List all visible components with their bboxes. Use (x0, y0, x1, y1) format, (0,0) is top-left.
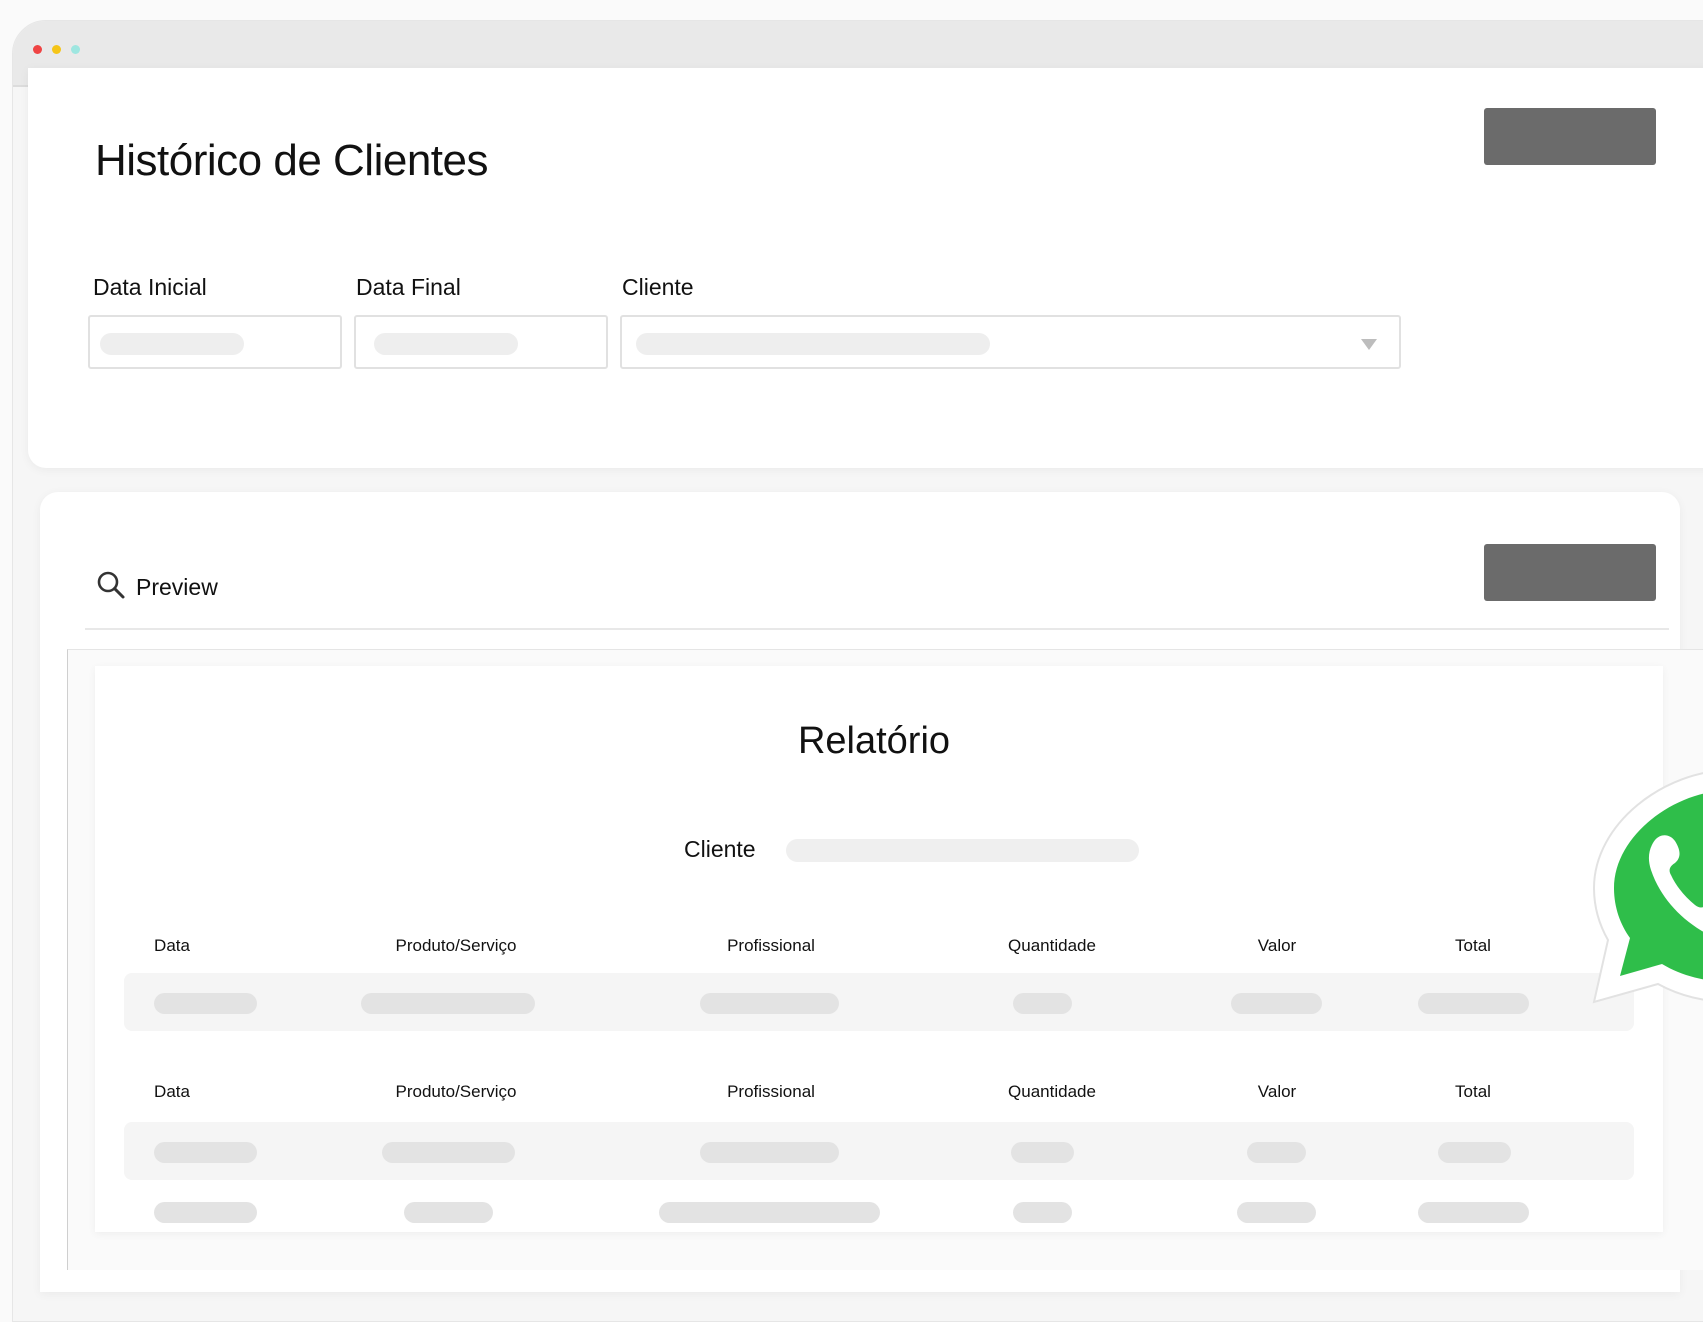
end-date-input[interactable] (354, 315, 608, 369)
start-date-placeholder (100, 333, 244, 355)
table-cell-placeholder (1237, 1202, 1316, 1223)
table-cell-placeholder (1231, 993, 1322, 1014)
table-cell-placeholder (1013, 993, 1072, 1014)
table-cell-placeholder (659, 1202, 880, 1223)
search-icon (97, 571, 125, 599)
table-cell-placeholder (700, 993, 839, 1014)
client-select-placeholder (636, 333, 990, 355)
preview-label: Preview (136, 574, 218, 600)
table-cell-placeholder (382, 1142, 515, 1163)
column-header-valor: Valor (1257, 1082, 1297, 1101)
column-header-total: Total (1455, 936, 1491, 955)
top-action-button[interactable] (1484, 108, 1656, 165)
column-header-profissional: Profissional (727, 936, 815, 955)
whatsapp-icon[interactable] (1592, 768, 1703, 1004)
table-cell-placeholder (154, 993, 257, 1014)
end-date-label: Data Final (356, 274, 461, 300)
table-cell-placeholder (700, 1142, 839, 1163)
chevron-down-icon[interactable] (1361, 339, 1377, 350)
end-date-placeholder (374, 333, 518, 355)
page-title: Histórico de Clientes (95, 136, 489, 186)
preview-action-button[interactable] (1484, 544, 1656, 601)
start-date-label: Data Inicial (93, 274, 207, 300)
table-cell-placeholder (154, 1142, 257, 1163)
table-cell-placeholder (154, 1202, 257, 1223)
table-cell-placeholder (361, 993, 535, 1014)
column-header-quantidade: Quantidade (1008, 1082, 1096, 1101)
column-header-total: Total (1455, 1082, 1491, 1101)
column-header-data: Data (154, 936, 190, 955)
maximize-window-dot[interactable] (71, 45, 80, 54)
column-header-produto: Produto/Serviço (395, 1082, 517, 1101)
table-cell-placeholder (1418, 1202, 1529, 1223)
table-row (124, 1122, 1634, 1180)
start-date-input[interactable] (88, 315, 342, 369)
report-client-label: Cliente (684, 836, 756, 862)
table-cell-placeholder (404, 1202, 493, 1223)
preview-divider (85, 628, 1669, 630)
column-header-data: Data (154, 1082, 190, 1101)
column-header-profissional: Profissional (727, 1082, 815, 1101)
table-cell-placeholder (1011, 1142, 1074, 1163)
column-header-produto: Produto/Serviço (395, 936, 517, 955)
table-row (124, 973, 1634, 1031)
client-label: Cliente (622, 274, 694, 300)
table-cell-placeholder (1438, 1142, 1511, 1163)
column-header-valor: Valor (1257, 936, 1297, 955)
close-window-dot[interactable] (33, 45, 42, 54)
client-select[interactable] (620, 315, 1401, 369)
filters-card (28, 68, 1703, 468)
minimize-window-dot[interactable] (52, 45, 61, 54)
table-cell-placeholder (1013, 1202, 1072, 1223)
report-client-placeholder (786, 839, 1139, 862)
column-header-quantidade: Quantidade (1008, 936, 1096, 955)
table-cell-placeholder (1247, 1142, 1306, 1163)
table-cell-placeholder (1418, 993, 1529, 1014)
report-title: Relatório (797, 720, 951, 762)
